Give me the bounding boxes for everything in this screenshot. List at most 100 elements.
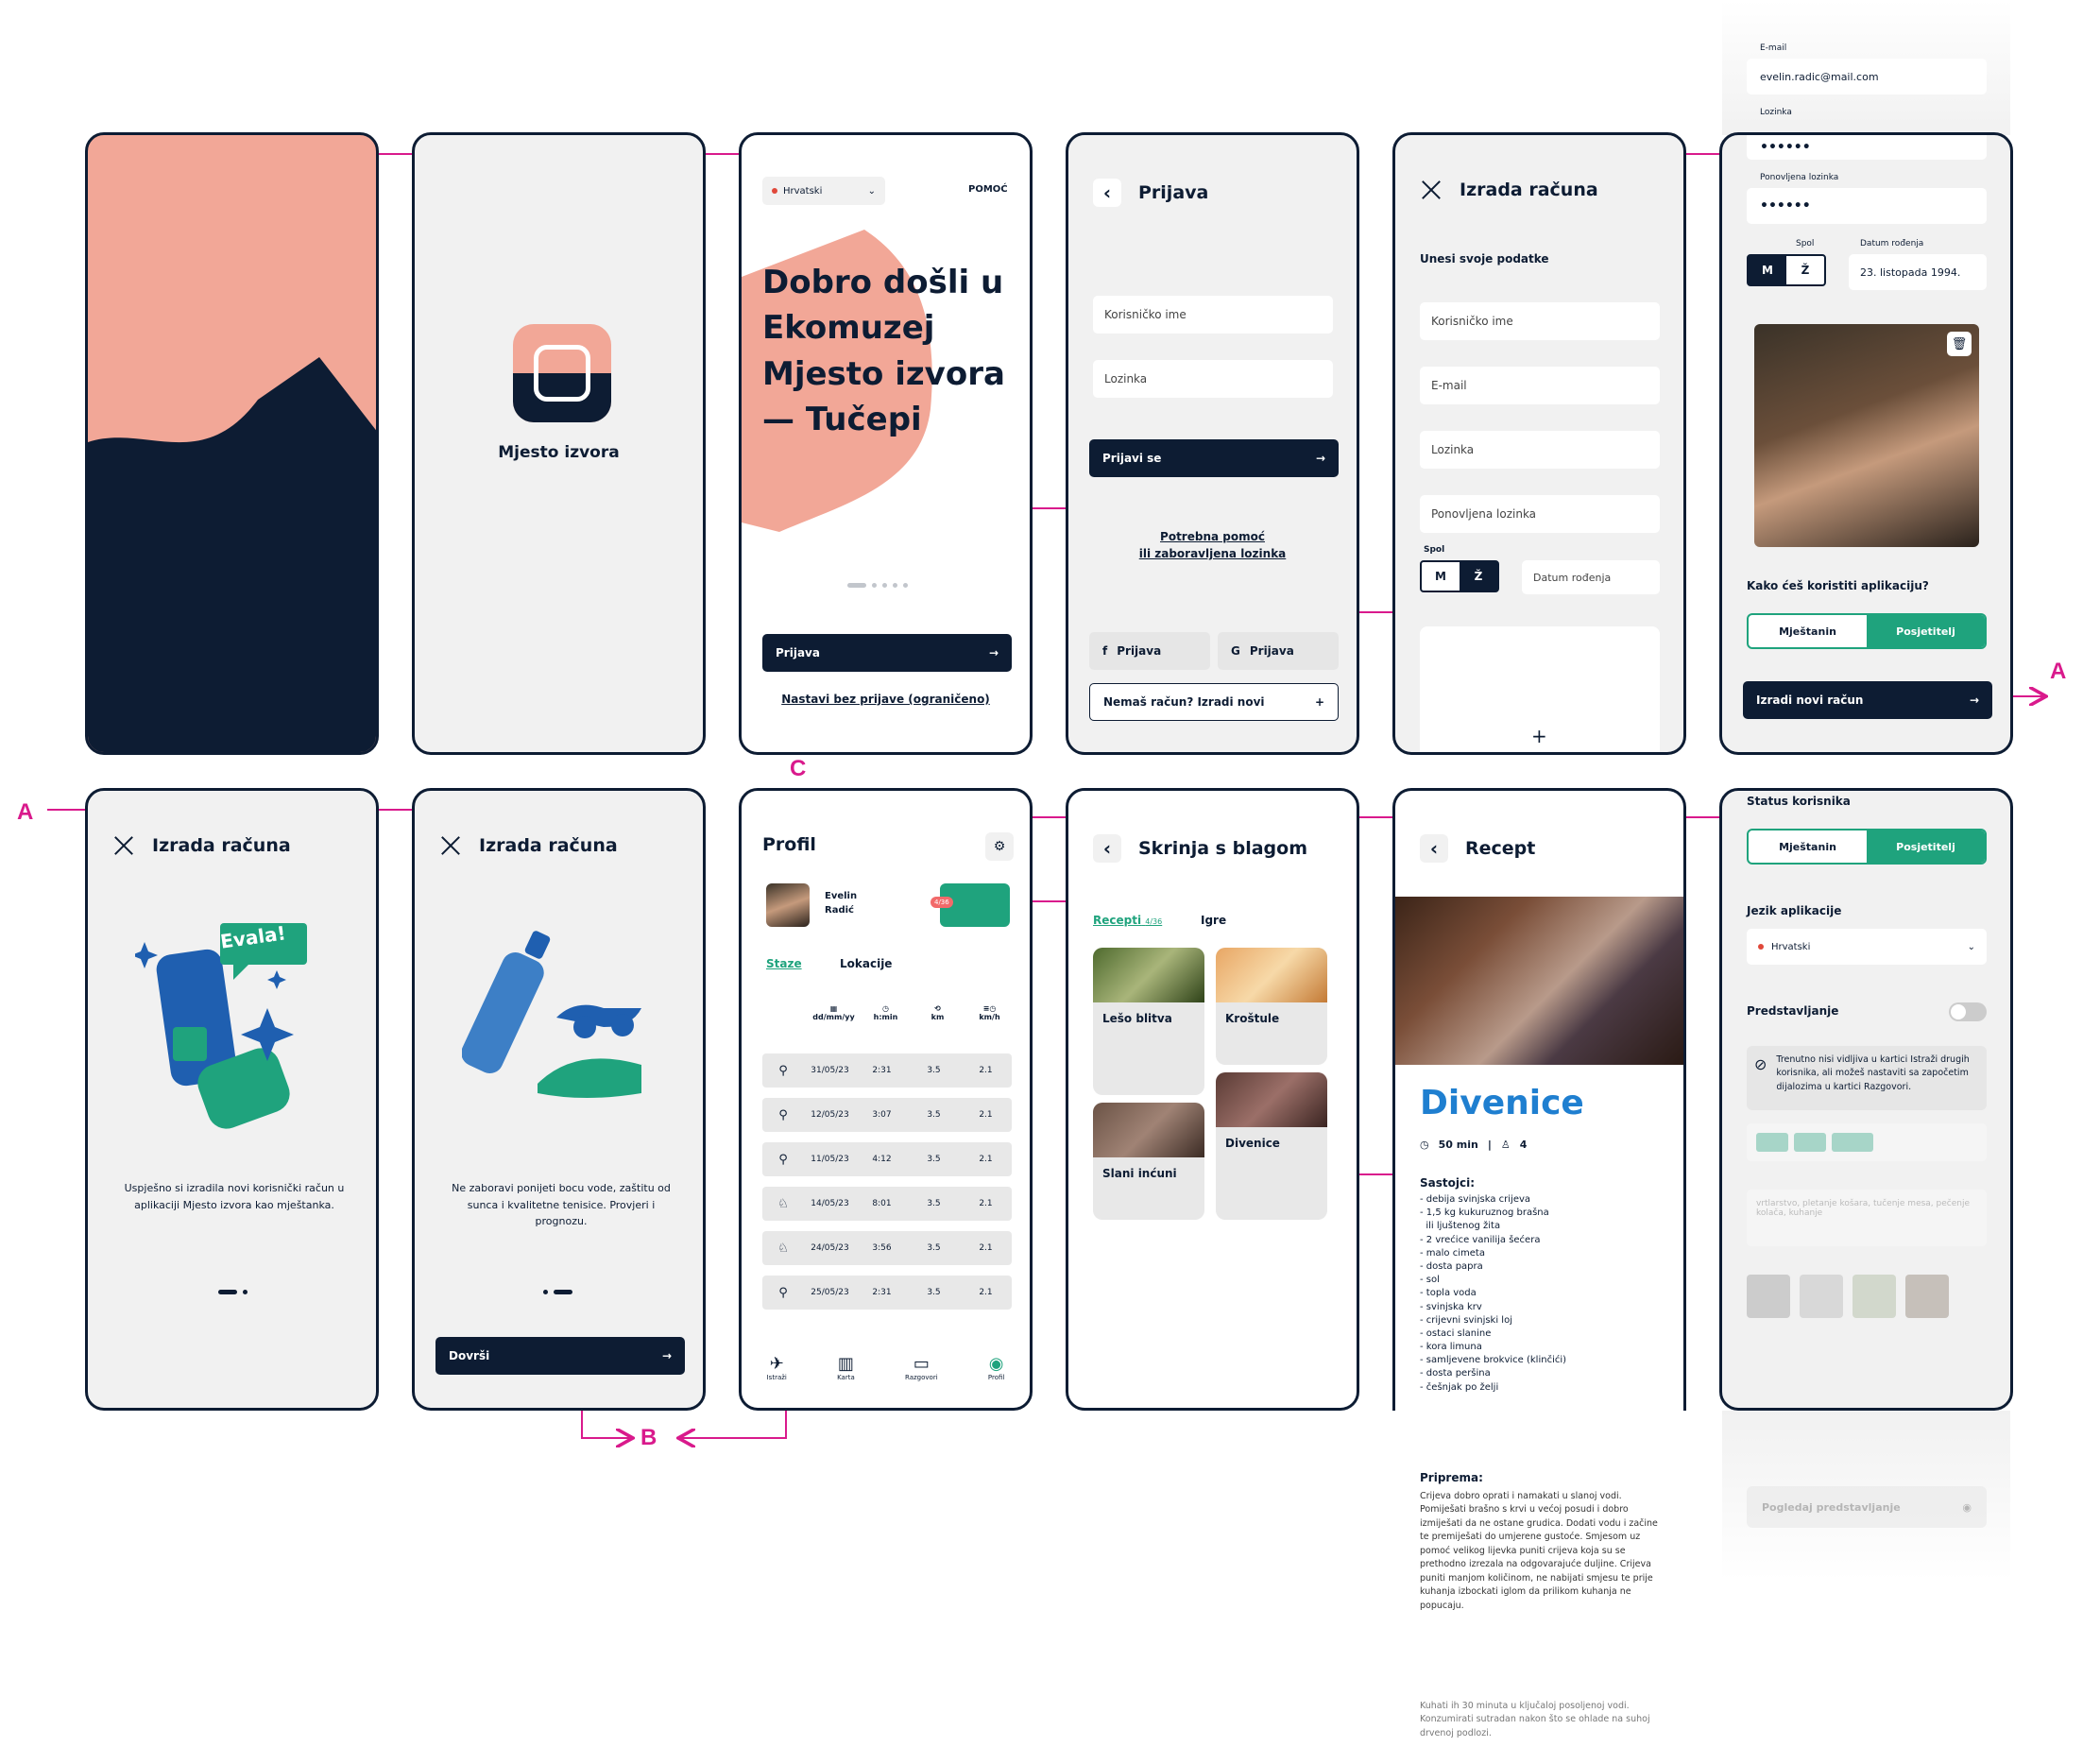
password-field[interactable]: Lozinka	[1093, 360, 1333, 398]
option-visitor[interactable]: Posjetitelj	[1867, 615, 1985, 647]
settings-gear-icon[interactable]: ⚙	[985, 832, 1014, 861]
repeat-password-field[interactable]: Ponovljena lozinka	[1420, 495, 1660, 533]
trash-icon[interactable]: 🗑	[1947, 332, 1972, 356]
table-row[interactable]: ⚲ 25/05/23 2:31 3.5 2.1	[762, 1276, 1012, 1310]
register-filled-screen: •••••• Ponovljena lozinka •••••• Spol Da…	[1719, 132, 2013, 755]
label-b: B	[640, 1425, 657, 1450]
photo-upload-area[interactable]: +	[1420, 626, 1660, 752]
back-button[interactable]: ‹	[1093, 179, 1121, 207]
sign-in-button[interactable]: Prijavi se →	[1089, 439, 1339, 477]
google-login-button[interactable]: G Prijava	[1218, 632, 1339, 670]
user-type-toggle[interactable]: Mještanin Posjetitelj	[1747, 613, 1987, 649]
preview-intro-button[interactable]: Pogledaj predstavljanje ◉	[1747, 1486, 1987, 1528]
treasure-chest-icon[interactable]: 4/36	[931, 883, 1010, 927]
email-field[interactable]: evelin.radic@mail.com	[1747, 59, 1987, 94]
tab-recipes[interactable]: Recepti 4/36	[1093, 914, 1162, 927]
create-account-button[interactable]: Izradi novi račun →	[1743, 681, 1992, 719]
password-field[interactable]: Lozinka	[1420, 431, 1660, 469]
nav-explore[interactable]: ✈ Istraži	[767, 1354, 787, 1408]
table-cell: 3.5	[927, 1243, 941, 1253]
forgot-password-link[interactable]: Potrebna pomoć ili zaboravljena lozinka	[1068, 528, 1357, 562]
recipe-card[interactable]: Lešo blitva	[1093, 948, 1204, 1095]
gender-toggle[interactable]: MŽ	[1747, 254, 1826, 286]
bicycle-icon: ⚲	[778, 1285, 788, 1300]
email-field[interactable]: E-mail	[1420, 367, 1660, 404]
paper-plane-icon: ✈	[769, 1354, 784, 1374]
page-title: Skrinja s blagom	[1138, 838, 1307, 859]
bottom-nav: ✈ Istraži ▥ Karta ▭ Razgovori ◉ Profil	[742, 1354, 1030, 1408]
page-indicator	[847, 583, 908, 588]
login-button[interactable]: Prijava →	[762, 634, 1012, 672]
tab-locations[interactable]: Lokacije	[840, 957, 892, 970]
close-icon[interactable]	[112, 834, 135, 857]
scroll-overflow-top: E-mail evelin.radic@mail.com Lozinka	[1722, 0, 2010, 135]
birthdate-field[interactable]: Datum rođenja	[1522, 560, 1660, 594]
recipe-card[interactable]: Divenice	[1216, 1072, 1327, 1220]
help-link[interactable]: POMOĆ	[968, 184, 1008, 195]
username-field[interactable]: Korisničko ime	[1093, 296, 1333, 334]
table-row[interactable]: ⚲ 11/05/23 4:12 3.5 2.1	[762, 1142, 1012, 1176]
gender-label: Spol	[1424, 545, 1445, 555]
register-form-screen: Izrada računa Unesi svoje podatke Korisn…	[1392, 132, 1686, 755]
gender-z[interactable]: Ž	[1460, 562, 1497, 591]
table-cell: 3.5	[927, 1199, 941, 1208]
arrow-right-icon: →	[661, 1349, 672, 1362]
table-cell: 3.5	[927, 1110, 941, 1120]
continue-without-login-link[interactable]: Nastavi bez prijave (ograničeno)	[742, 693, 1030, 706]
gender-m[interactable]: M	[1422, 562, 1460, 591]
close-icon[interactable]	[439, 834, 462, 857]
nav-map[interactable]: ▥ Karta	[837, 1354, 855, 1408]
facebook-login-button[interactable]: f Prijava	[1089, 632, 1210, 670]
recipe-serves: 4	[1519, 1139, 1528, 1151]
create-account-button[interactable]: Nemaš račun? Izradi novi +	[1089, 683, 1339, 721]
nav-chats[interactable]: ▭ Razgovori	[905, 1354, 938, 1408]
table-row[interactable]: ♘ 14/05/23 8:01 3.5 2.1	[762, 1187, 1012, 1221]
gender-m[interactable]: M	[1749, 256, 1786, 284]
table-row[interactable]: ⚲ 12/05/23 3:07 3.5 2.1	[762, 1098, 1012, 1132]
table-cell: 3:56	[872, 1243, 892, 1253]
page-title: Izrada računa	[152, 835, 291, 856]
ingredient-item: - 1,5 kg kukuruznog brašna	[1420, 1207, 1549, 1219]
repeat-password-field[interactable]: ••••••	[1747, 188, 1987, 224]
birthdate-field[interactable]: 23. listopada 1994.	[1849, 254, 1987, 290]
calendar-icon: ▦ dd/mm/yy	[812, 1004, 855, 1021]
back-button[interactable]: ‹	[1420, 834, 1448, 863]
table-row[interactable]: ♘ 24/05/23 3:56 3.5 2.1	[762, 1231, 1012, 1265]
ingredient-item: - samljevene brokvice (klinčići)	[1420, 1355, 1567, 1366]
language-select[interactable]: Hrvatski ⌄	[762, 177, 885, 205]
gender-toggle[interactable]: MŽ	[1420, 560, 1499, 592]
visibility-notice-text: Trenutno nisi vidljiva u kartici Istraži…	[1776, 1054, 1970, 1092]
table-cell: 3.5	[927, 1155, 941, 1164]
tab-trails[interactable]: Staze	[766, 957, 802, 970]
form-subtitle: Unesi svoje podatke	[1420, 252, 1549, 265]
table-cell: 3.5	[927, 1288, 941, 1297]
finish-button[interactable]: Dovrši →	[435, 1337, 685, 1375]
recipe-card[interactable]: Kroštule	[1216, 948, 1327, 1065]
gender-z[interactable]: Ž	[1786, 256, 1824, 284]
language-select[interactable]: Hrvatski ⌄	[1747, 929, 1987, 965]
option-local[interactable]: Mještanin	[1749, 615, 1867, 647]
username-field[interactable]: Korisničko ime	[1420, 302, 1660, 340]
table-cell: 2:31	[872, 1066, 892, 1075]
tag-row	[1747, 1123, 1987, 1161]
close-icon[interactable]	[1420, 179, 1443, 201]
nav-profile[interactable]: ◉ Profil	[988, 1354, 1004, 1408]
tab-games[interactable]: Igre	[1201, 914, 1226, 927]
option-local[interactable]: Mještanin	[1749, 831, 1867, 863]
back-button[interactable]: ‹	[1093, 834, 1121, 863]
plus-icon: +	[1314, 695, 1324, 709]
table-cell: 3.5	[927, 1066, 941, 1075]
recipe-card[interactable]: Slani inćuni	[1093, 1103, 1204, 1220]
email-label: E-mail	[1760, 43, 1787, 53]
arrow-right-icon: →	[1969, 694, 1979, 707]
intro-toggle[interactable]	[1949, 1002, 1987, 1021]
ingredient-item: ili ljuštenog žita	[1420, 1221, 1501, 1232]
option-visitor[interactable]: Posjetitelj	[1867, 831, 1985, 863]
language-value: Hrvatski	[783, 185, 823, 197]
treasure-chest-screen: ‹ Skrinja s blagom Recepti 4/36 Igre Lešo…	[1066, 788, 1359, 1411]
table-row[interactable]: ⚲ 31/05/23 2:31 3.5 2.1	[762, 1053, 1012, 1088]
user-type-toggle[interactable]: Mještanin Posjetitelj	[1747, 829, 1987, 865]
interests-field: vrtlarstvo, pletanje košara, tučenje mes…	[1747, 1190, 1987, 1246]
ingredient-item: - crijevni svinjski loj	[1420, 1314, 1512, 1326]
password-field[interactable]: ••••••	[1747, 135, 1987, 160]
